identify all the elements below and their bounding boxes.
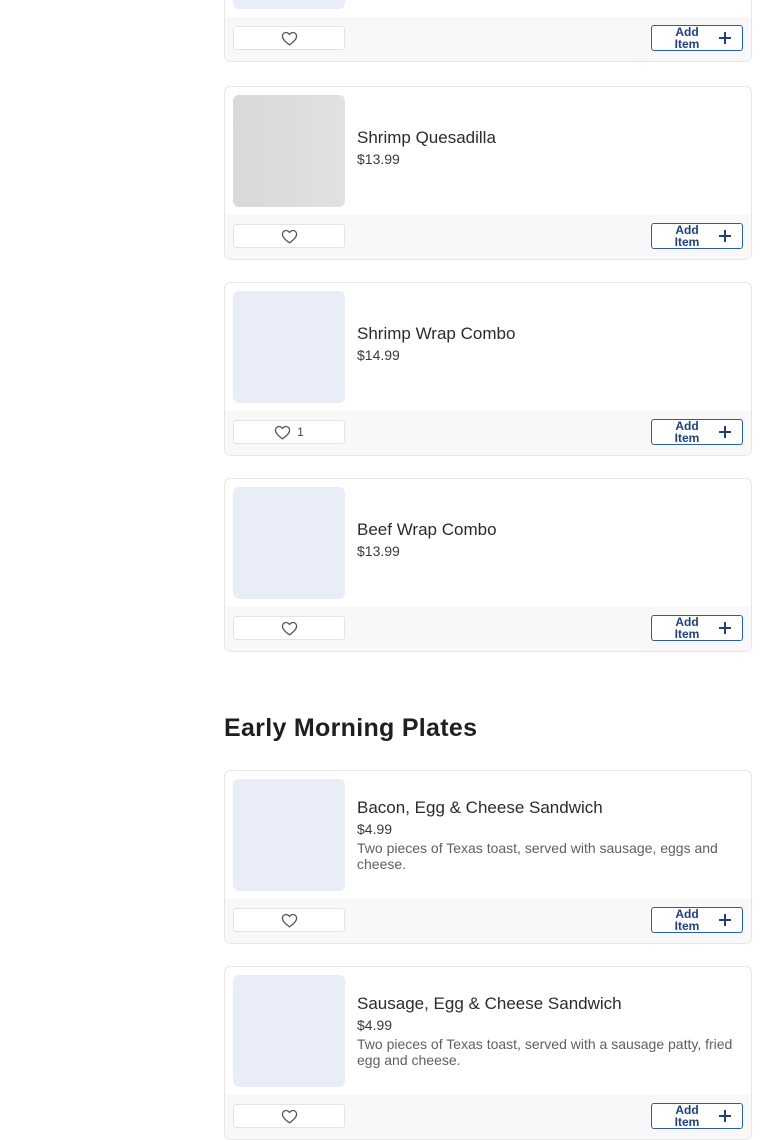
item-price: $14.99: [357, 347, 400, 363]
heart-outline-icon: [281, 913, 297, 928]
favorite-button[interactable]: [233, 1104, 345, 1128]
add-item-label: Add Item: [674, 419, 700, 445]
add-item-label: Add Item: [674, 615, 700, 641]
item-card-footer: Add Item: [225, 899, 751, 943]
item-price: $13.99: [357, 543, 400, 559]
item-card-footer: Add Item: [225, 215, 751, 259]
plus-icon: [718, 229, 732, 243]
add-item-label: Add Item: [674, 25, 700, 51]
plus-icon: [718, 425, 732, 439]
heart-outline-icon: [281, 31, 297, 46]
add-item-button[interactable]: Add Item: [651, 419, 743, 445]
item-info: Shrimp Wrap Combo $14.99: [357, 323, 741, 365]
add-item-button[interactable]: Add Item: [651, 1103, 743, 1129]
item-name: Bacon, Egg & Cheese Sandwich: [357, 798, 603, 817]
favorite-button[interactable]: [233, 908, 345, 932]
menu-item-card[interactable]: Add Item: [224, 0, 752, 62]
item-card-footer: 1 Add Item: [225, 411, 751, 455]
item-image-placeholder: [233, 0, 345, 9]
item-price: $13.99: [357, 151, 400, 167]
menu-item-card[interactable]: Bacon, Egg & Cheese Sandwich $4.99 Two p…: [224, 770, 752, 944]
menu-item-card[interactable]: Beef Wrap Combo $13.99 Add Item: [224, 478, 752, 652]
add-item-button[interactable]: Add Item: [651, 223, 743, 249]
item-name: Shrimp Wrap Combo: [357, 324, 516, 343]
item-image: [233, 95, 345, 207]
item-description: Two pieces of Texas toast, served with s…: [357, 840, 718, 872]
item-price: $4.99: [357, 1017, 393, 1033]
favorite-button[interactable]: [233, 26, 345, 50]
item-image-placeholder: [233, 779, 345, 891]
heart-outline-icon: [281, 1109, 297, 1124]
item-info: Beef Wrap Combo $13.99: [357, 519, 741, 561]
plus-icon: [718, 31, 732, 45]
item-info: Sausage, Egg & Cheese Sandwich $4.99 Two…: [357, 993, 741, 1068]
menu-item-card[interactable]: Shrimp Quesadilla $13.99 Add Item: [224, 86, 752, 260]
add-item-label: Add Item: [674, 907, 700, 933]
section-title: Early Morning Plates: [224, 714, 478, 742]
add-item-button[interactable]: Add Item: [651, 25, 743, 51]
add-item-button[interactable]: Add Item: [651, 615, 743, 641]
plus-icon: [718, 913, 732, 927]
favorite-button[interactable]: [233, 616, 345, 640]
menu-item-card[interactable]: Shrimp Wrap Combo $14.99 1 Add Item: [224, 282, 752, 456]
item-card-footer: Add Item: [225, 17, 751, 61]
menu-item-card[interactable]: Sausage, Egg & Cheese Sandwich $4.99 Two…: [224, 966, 752, 1140]
heart-outline-icon: [274, 425, 291, 440]
item-image-placeholder: [233, 291, 345, 403]
heart-outline-icon: [281, 229, 297, 244]
item-image-placeholder: [233, 487, 345, 599]
heart-outline-icon: [281, 621, 297, 636]
plus-icon: [718, 621, 732, 635]
favorite-button[interactable]: [233, 224, 345, 248]
item-info: Bacon, Egg & Cheese Sandwich $4.99 Two p…: [357, 797, 741, 872]
add-item-label: Add Item: [674, 1103, 700, 1129]
item-name: Beef Wrap Combo: [357, 520, 497, 539]
plus-icon: [718, 1109, 732, 1123]
item-name: Shrimp Quesadilla: [357, 128, 496, 147]
add-item-button[interactable]: Add Item: [651, 907, 743, 933]
item-info: Shrimp Quesadilla $13.99: [357, 127, 741, 169]
favorite-count: 1: [297, 425, 304, 439]
item-price: $4.99: [357, 821, 393, 837]
item-card-footer: Add Item: [225, 607, 751, 651]
item-image-placeholder: [233, 975, 345, 1087]
item-card-footer: Add Item: [225, 1095, 751, 1139]
item-description: Two pieces of Texas toast, served with a…: [357, 1036, 733, 1068]
favorite-button[interactable]: 1: [233, 420, 345, 444]
item-name: Sausage, Egg & Cheese Sandwich: [357, 994, 622, 1013]
add-item-label: Add Item: [674, 223, 700, 249]
